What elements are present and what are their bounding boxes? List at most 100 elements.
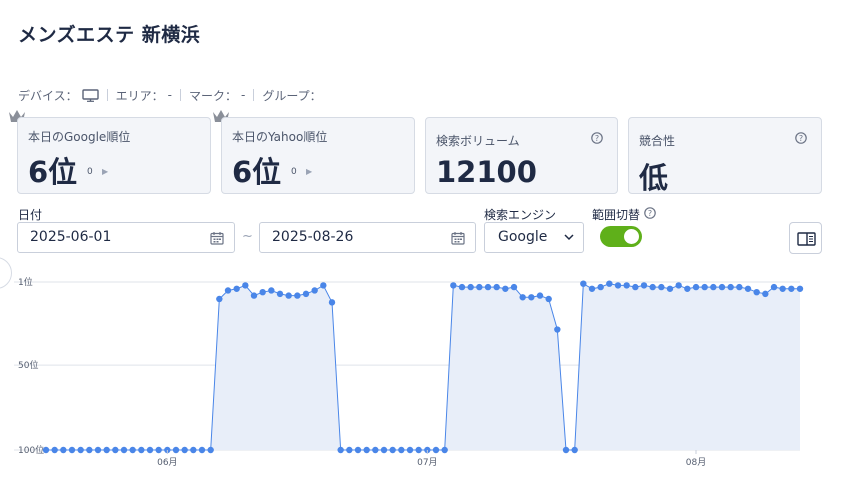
data-point: [207, 446, 214, 454]
data-point: [632, 283, 639, 291]
search-volume-value: 12100: [436, 155, 537, 189]
data-point: [614, 282, 622, 289]
data-point: [198, 446, 206, 454]
y-tick-label: 50位: [18, 359, 38, 371]
data-point: [796, 285, 804, 292]
x-tick-label: 07月: [417, 457, 437, 468]
data-point: [536, 292, 544, 299]
data-point: [779, 285, 786, 292]
search-engine-label: 検索エンジン: [484, 208, 557, 222]
data-point: [346, 446, 353, 454]
data-point: [380, 446, 388, 454]
filter-bar: デバイス： エリア： - マーク： - グループ：: [18, 87, 322, 103]
data-point: [675, 282, 682, 289]
data-point: [311, 287, 318, 294]
search-volume-label: 検索ボリューム: [436, 134, 520, 148]
search-volume-card: 検索ボリューム ? 12100: [425, 117, 618, 194]
date-label: 日付: [18, 208, 43, 222]
split-view-icon: [797, 232, 816, 246]
data-point: [432, 446, 440, 454]
filter-device-label: デバイス：: [18, 88, 78, 103]
data-point: [649, 283, 656, 291]
data-point: [736, 283, 743, 291]
data-point: [363, 446, 370, 454]
data-point: [224, 287, 232, 294]
data-point: [233, 285, 240, 292]
monitor-icon: [81, 88, 99, 102]
data-point: [94, 446, 102, 454]
data-point: [727, 283, 734, 291]
data-point: [762, 290, 769, 298]
yahoo-rank-value: 6位: [232, 155, 282, 189]
page-title: メンズエステ 新横浜: [18, 24, 201, 46]
data-point: [294, 292, 301, 299]
filter-area-label: エリア：: [115, 88, 164, 103]
help-icon[interactable]: ?: [644, 207, 656, 219]
data-point: [580, 280, 587, 287]
data-point: [467, 283, 474, 291]
chevron-down-icon: [564, 234, 574, 241]
data-point: [684, 285, 691, 292]
start-date-value: 2025-06-01: [30, 229, 112, 245]
caret-right-icon: ▶: [102, 167, 109, 176]
data-point: [398, 446, 405, 454]
competition-label: 競合性: [639, 134, 676, 148]
data-point: [112, 446, 119, 454]
filter-divider: [253, 89, 255, 101]
data-point: [216, 295, 223, 303]
data-point: [753, 288, 760, 296]
data-point: [285, 292, 292, 299]
range-toggle[interactable]: [600, 226, 642, 247]
data-point: [788, 285, 795, 292]
data-point: [406, 446, 414, 454]
data-point: [259, 288, 266, 296]
data-point: [415, 446, 422, 454]
google-rank-card: 本日のGoogle順位 6位 0 ▶: [17, 117, 211, 194]
data-point: [692, 283, 700, 291]
data-point: [519, 294, 526, 301]
data-point: [103, 446, 110, 454]
panel-layout-button[interactable]: [789, 222, 822, 254]
data-point: [571, 446, 578, 454]
end-date-input[interactable]: 2025-08-26: [259, 222, 476, 253]
data-point: [354, 446, 362, 454]
data-point: [554, 326, 561, 333]
data-point: [450, 282, 457, 289]
data-point: [42, 446, 50, 454]
yahoo-rank-label: 本日のYahoo順位: [232, 130, 328, 144]
data-point: [597, 283, 604, 291]
y-tick-label: 1位: [18, 276, 33, 288]
series-area: [46, 283, 800, 450]
calendar-icon[interactable]: [210, 231, 224, 245]
data-point: [60, 446, 67, 454]
data-point: [562, 446, 570, 454]
google-rank-label: 本日のGoogle順位: [28, 130, 131, 144]
svg-text:?: ?: [595, 134, 599, 143]
data-point: [242, 282, 249, 289]
data-point: [86, 446, 93, 454]
data-point: [129, 446, 136, 454]
search-engine-select[interactable]: Google: [484, 222, 584, 253]
competition-value: 低: [639, 161, 669, 195]
help-icon[interactable]: ?: [795, 132, 807, 144]
data-point: [337, 446, 344, 454]
filter-mark-value: -: [241, 88, 246, 102]
caret-right-icon: ▶: [306, 167, 313, 176]
data-point: [606, 280, 613, 287]
data-point: [268, 287, 275, 294]
data-point: [458, 283, 466, 291]
help-icon[interactable]: ?: [591, 132, 603, 144]
data-point: [372, 446, 379, 454]
data-point: [666, 285, 674, 292]
data-point: [476, 283, 483, 291]
start-date-input[interactable]: 2025-06-01: [17, 222, 235, 253]
toggle-knob: [624, 229, 639, 244]
data-point: [320, 282, 327, 289]
data-point: [545, 295, 552, 303]
calendar-icon[interactable]: [451, 231, 465, 245]
data-point: [250, 292, 258, 299]
search-engine-value: Google: [498, 229, 548, 245]
data-point: [276, 290, 284, 298]
data-point: [155, 446, 162, 454]
data-point: [658, 283, 665, 291]
